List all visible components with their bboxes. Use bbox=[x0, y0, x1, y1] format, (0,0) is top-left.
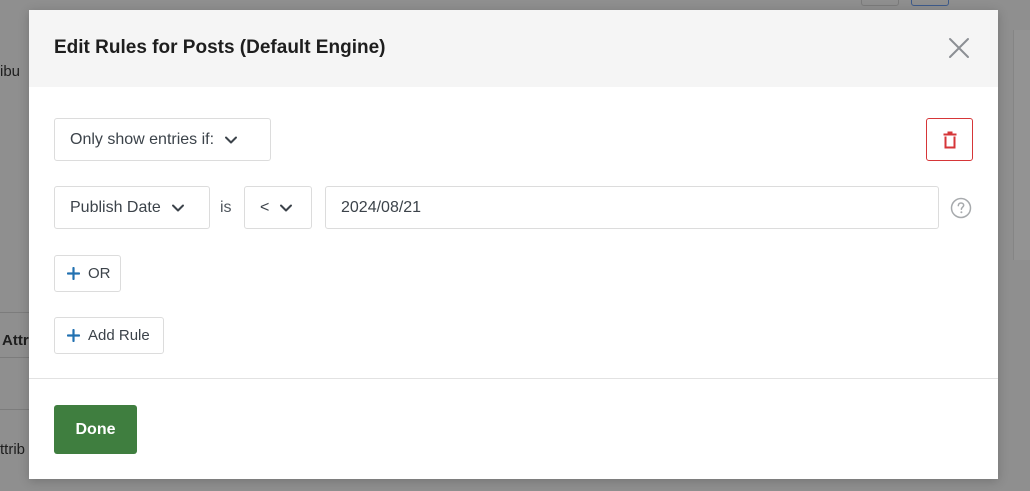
plus-icon bbox=[67, 329, 80, 342]
background-divider bbox=[0, 357, 30, 358]
or-button-label: OR bbox=[88, 265, 111, 282]
background-divider bbox=[0, 409, 30, 410]
rule-value-input[interactable] bbox=[325, 186, 939, 229]
background-label: ttrib bbox=[0, 441, 26, 458]
rule-field-label: Publish Date bbox=[70, 198, 161, 216]
background-divider bbox=[0, 312, 30, 313]
add-rule-button-label: Add Rule bbox=[88, 327, 150, 344]
close-button[interactable] bbox=[947, 36, 971, 60]
plus-icon bbox=[67, 267, 80, 280]
rule-operator-select[interactable]: < bbox=[244, 186, 312, 229]
modal-title: Edit Rules for Posts (Default Engine) bbox=[54, 37, 386, 58]
modal-header: Edit Rules for Posts (Default Engine) bbox=[29, 10, 998, 87]
trash-icon bbox=[943, 131, 956, 148]
help-icon[interactable] bbox=[950, 197, 972, 219]
done-button[interactable]: Done bbox=[54, 405, 137, 454]
background-column-header: Attr bbox=[2, 332, 29, 349]
add-or-condition-button[interactable]: OR bbox=[54, 255, 121, 292]
close-icon bbox=[949, 38, 969, 58]
background-panel bbox=[1013, 30, 1030, 260]
chevron-down-icon bbox=[225, 136, 238, 143]
background-button bbox=[911, 0, 949, 6]
add-rule-button[interactable]: Add Rule bbox=[54, 317, 164, 354]
background-button bbox=[861, 0, 899, 6]
footer-divider bbox=[29, 378, 998, 379]
rule-is-text: is bbox=[220, 199, 232, 216]
background-label: ibu bbox=[0, 63, 21, 80]
chevron-down-icon bbox=[280, 204, 293, 211]
condition-select[interactable]: Only show entries if: bbox=[54, 118, 271, 161]
chevron-down-icon bbox=[171, 204, 184, 211]
edit-rules-modal: Edit Rules for Posts (Default Engine) On… bbox=[29, 10, 998, 479]
rule-operator-label: < bbox=[260, 198, 270, 216]
rule-field-select[interactable]: Publish Date bbox=[54, 186, 210, 229]
delete-rule-group-button[interactable] bbox=[926, 118, 973, 161]
condition-select-label: Only show entries if: bbox=[70, 130, 215, 148]
